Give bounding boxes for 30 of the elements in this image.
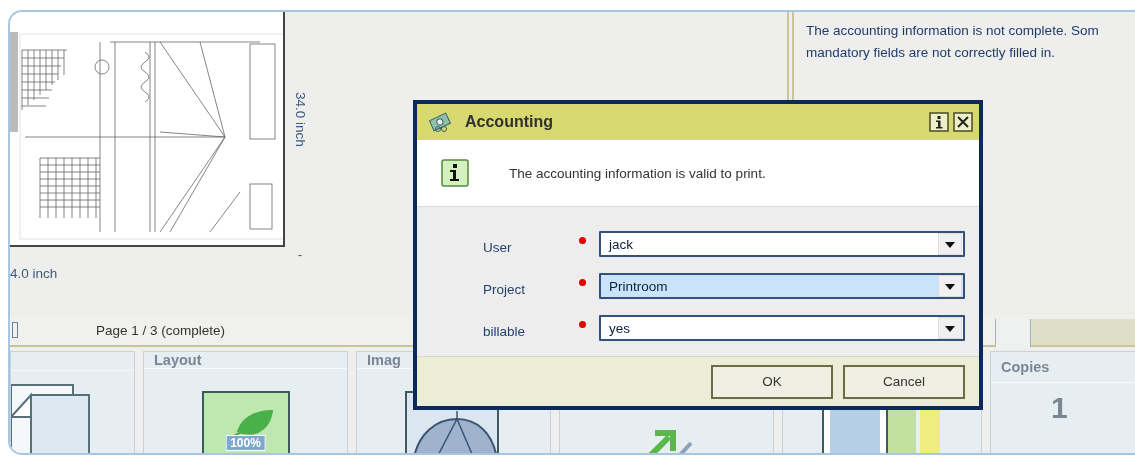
- width-label: 4.0 inch: [10, 266, 59, 281]
- warning-message: The accounting information is not complete. Som mandatory fields are not correctly filled in.: [806, 22, 1100, 62]
- dropdown-field[interactable]: jack: [599, 231, 965, 257]
- field-label: Project: [483, 280, 527, 297]
- dialog-button[interactable]: Cancel: [843, 364, 965, 399]
- page-icon: [12, 322, 18, 338]
- status-message: The accounting information is valid to print.: [509, 165, 766, 181]
- tile-title: Copies: [991, 352, 1135, 383]
- info-icon: [441, 159, 469, 187]
- close-icon: [953, 112, 973, 132]
- tile-title: Layout: [144, 352, 347, 369]
- field-label: User: [483, 238, 513, 255]
- caret-icon: [938, 317, 962, 339]
- caret-icon: [938, 233, 962, 255]
- info-icon: [929, 112, 949, 132]
- field-label: billable: [483, 322, 527, 339]
- copies-count: 1: [1051, 391, 1068, 425]
- height-label: 34.0 inch: [292, 92, 308, 147]
- dialog-title: Accounting: [465, 113, 554, 131]
- money-icon: [429, 111, 451, 133]
- dropdown-field[interactable]: yes: [599, 315, 965, 341]
- dialog-button[interactable]: OK: [711, 364, 833, 399]
- pages-icon: [11, 381, 91, 453]
- percent-badge: 100%: [225, 435, 266, 451]
- page-status: Page 1 / 3 (complete): [96, 322, 226, 338]
- settings-tile[interactable]: [10, 351, 135, 453]
- tick-mark: -: [297, 246, 303, 262]
- caret-icon: [938, 275, 962, 297]
- dropdown-field[interactable]: Printroom: [599, 273, 965, 299]
- leaf-icon: [201, 391, 290, 453]
